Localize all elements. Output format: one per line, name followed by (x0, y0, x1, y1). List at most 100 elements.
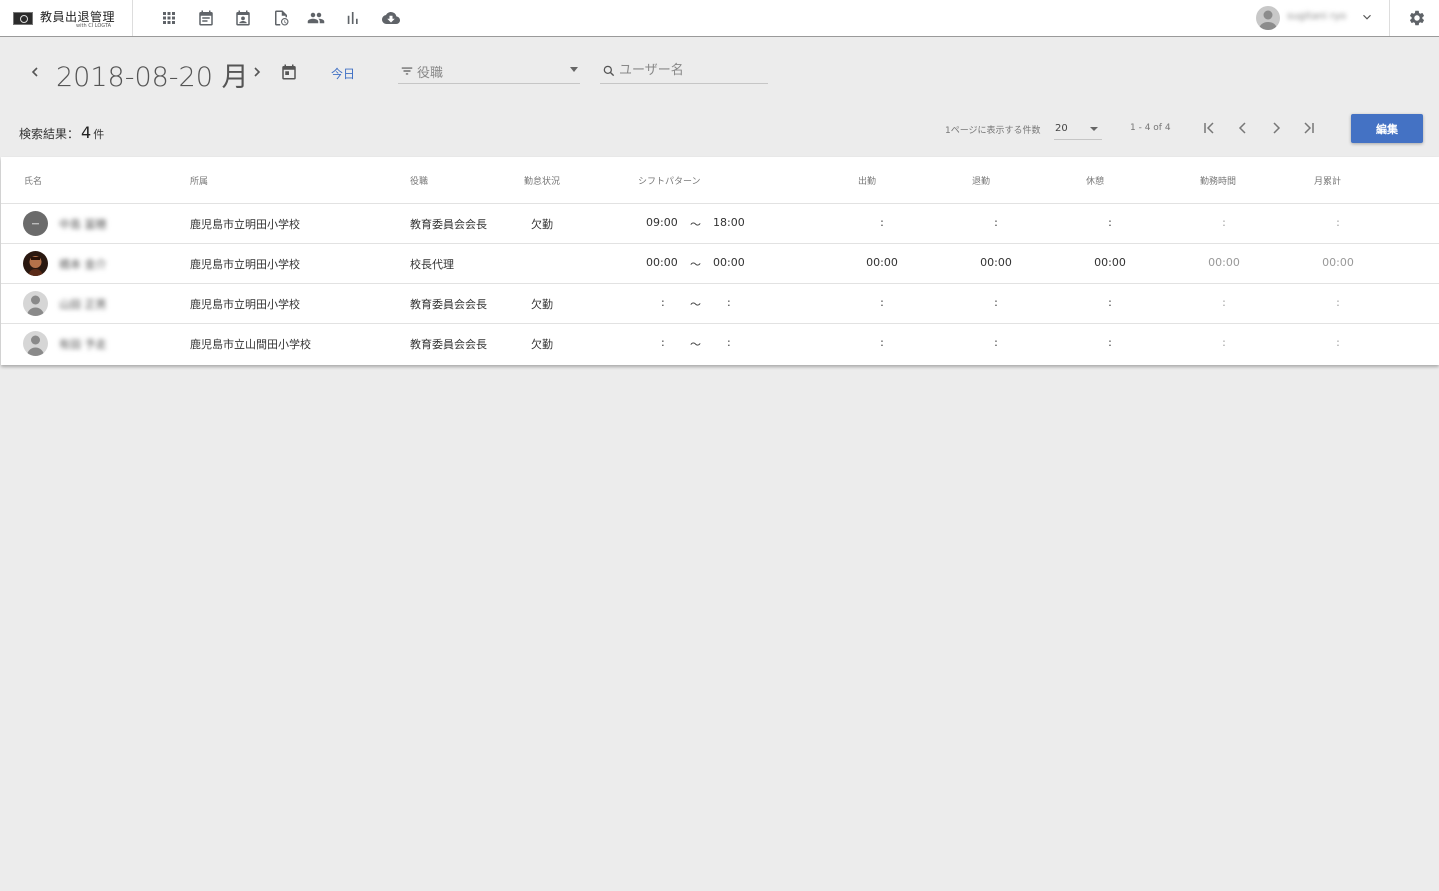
column-header-affiliation[interactable]: 所属 (190, 174, 208, 187)
table-row[interactable]: 中島 冨穂 鹿児島市立明田小学校 教育委員会会長 欠勤 09:00 ～ 18:0… (1, 204, 1439, 244)
table-header: 氏名 所属 役職 勤怠状況 シフトパターン 出勤 退勤 休憩 勤務時間 月累計 (1, 157, 1439, 204)
clock-out: : (994, 336, 998, 349)
dropdown-arrow-icon (570, 67, 578, 72)
top-bar: 教員出退管理 with CI LOGTA sugitani ryo (0, 0, 1439, 37)
employee-affiliation: 鹿児島市立明田小学校 (190, 218, 300, 231)
monthly-total: : (1336, 336, 1340, 349)
employee-affiliation: 鹿児島市立明田小学校 (190, 258, 300, 271)
per-page-label: 1ページに表示する件数 (945, 126, 1041, 136)
user-search (600, 58, 768, 84)
settings-button[interactable] (1389, 0, 1439, 36)
column-header-break[interactable]: 休憩 (1086, 174, 1104, 187)
edit-button[interactable]: 編集 (1351, 114, 1423, 143)
clock-out: 00:00 (980, 256, 1012, 269)
apps-icon[interactable] (160, 9, 178, 27)
user-name: sugitani ryo (1287, 11, 1347, 22)
user-avatar (1256, 6, 1280, 30)
column-header-work-time[interactable]: 勤務時間 (1200, 174, 1236, 187)
result-unit: 件 (93, 128, 105, 141)
work-time: : (1222, 296, 1226, 309)
column-header-clock-out[interactable]: 退勤 (972, 174, 990, 187)
column-header-position[interactable]: 役職 (410, 174, 428, 187)
prev-day-button[interactable] (27, 62, 43, 82)
page-range: 1 - 4 of 4 (1130, 123, 1171, 133)
last-page-icon (1304, 122, 1314, 134)
monthly-total: : (1336, 216, 1340, 229)
chevron-right-icon (1273, 122, 1281, 134)
clock-in: 00:00 (866, 256, 898, 269)
today-button[interactable]: 今日 (331, 65, 355, 82)
app-subtitle: with CI LOGTA (76, 23, 112, 29)
shift-tilde: ～ (690, 338, 701, 351)
per-page-value: 20 (1055, 123, 1068, 134)
dropdown-arrow-icon (1090, 127, 1098, 131)
column-header-name[interactable]: 氏名 (24, 174, 42, 187)
calendar-picker-button[interactable] (280, 63, 298, 81)
clock-out: : (994, 296, 998, 309)
gear-icon (1409, 10, 1425, 26)
next-page-button[interactable] (1268, 120, 1284, 136)
per-page-select[interactable]: 20 (1054, 118, 1102, 140)
cloud-download-icon[interactable] (381, 9, 401, 27)
clock-out: : (994, 216, 998, 229)
clock-in: : (880, 336, 884, 349)
shift-start: 00:00 (646, 256, 678, 269)
break-time: : (1108, 216, 1112, 229)
shift-end: : (727, 296, 731, 309)
shift-start: 09:00 (646, 216, 678, 229)
employee-name[interactable]: 有田 予走 (59, 336, 107, 352)
search-icon (603, 65, 615, 77)
column-header-clock-in[interactable]: 出勤 (858, 174, 876, 187)
employee-affiliation: 鹿児島市立山間田小学校 (190, 338, 311, 351)
table-row[interactable]: 山田 正男 鹿児島市立明田小学校 教育委員会会長 欠勤 : ～ : : : : … (1, 284, 1439, 324)
user-menu[interactable]: sugitani ryo (1256, 6, 1378, 30)
work-time: : (1222, 336, 1226, 349)
shift-start: : (661, 296, 665, 309)
users-icon[interactable] (307, 9, 325, 27)
last-page-button[interactable] (1300, 120, 1316, 136)
role-filter-select[interactable]: 役職 (398, 58, 580, 84)
avatar (23, 331, 48, 356)
report-icon[interactable] (272, 9, 290, 27)
role-filter-placeholder: 役職 (417, 66, 444, 81)
employee-name[interactable]: 中島 冨穂 (59, 216, 107, 232)
monthly-total: : (1336, 296, 1340, 309)
chart-icon[interactable] (344, 9, 362, 27)
prev-page-button[interactable] (1235, 120, 1251, 136)
calendar-icon (282, 64, 296, 80)
employee-name[interactable]: 橋本 金介 (59, 256, 107, 272)
monthly-total: 00:00 (1322, 256, 1354, 269)
employee-position: 校長代理 (410, 258, 454, 271)
shift-tilde: ～ (690, 298, 701, 311)
first-page-button[interactable] (1202, 120, 1218, 136)
shift-end: : (727, 336, 731, 349)
app-logo[interactable]: 教員出退管理 with CI LOGTA (0, 0, 133, 36)
calendar-user-icon[interactable] (234, 9, 252, 27)
next-day-button[interactable] (249, 62, 265, 82)
daily-icon[interactable] (197, 9, 215, 27)
shift-tilde: ～ (690, 258, 701, 271)
result-label: 検索結果： (19, 127, 80, 141)
shift-start: : (661, 336, 665, 349)
column-header-monthly[interactable]: 月累計 (1314, 174, 1341, 187)
column-header-status[interactable]: 勤怠状況 (524, 174, 560, 187)
work-time: 00:00 (1208, 256, 1240, 269)
clock-in: : (880, 216, 884, 229)
chevron-down-icon (1363, 14, 1371, 20)
logo-mark-icon (13, 12, 33, 25)
attendance-status: 欠勤 (531, 218, 553, 231)
employee-affiliation: 鹿児島市立明田小学校 (190, 298, 300, 311)
chevron-left-icon (1238, 122, 1246, 134)
table-row[interactable]: 有田 予走 鹿児島市立山間田小学校 教育委員会会長 欠勤 : ～ : : : :… (1, 324, 1439, 364)
column-header-shift[interactable]: シフトパターン (638, 174, 701, 187)
user-search-input[interactable] (619, 60, 764, 80)
work-time: : (1222, 216, 1226, 229)
break-time: : (1108, 336, 1112, 349)
clock-in: : (880, 296, 884, 309)
table-row[interactable]: 橋本 金介 鹿児島市立明田小学校 校長代理 00:00 ～ 00:00 00:0… (1, 244, 1439, 284)
employee-name[interactable]: 山田 正男 (59, 296, 107, 312)
employee-position: 教育委員会会長 (410, 218, 487, 231)
shift-end: 18:00 (713, 216, 745, 229)
shift-tilde: ～ (690, 218, 701, 231)
employee-position: 教育委員会会長 (410, 298, 487, 311)
